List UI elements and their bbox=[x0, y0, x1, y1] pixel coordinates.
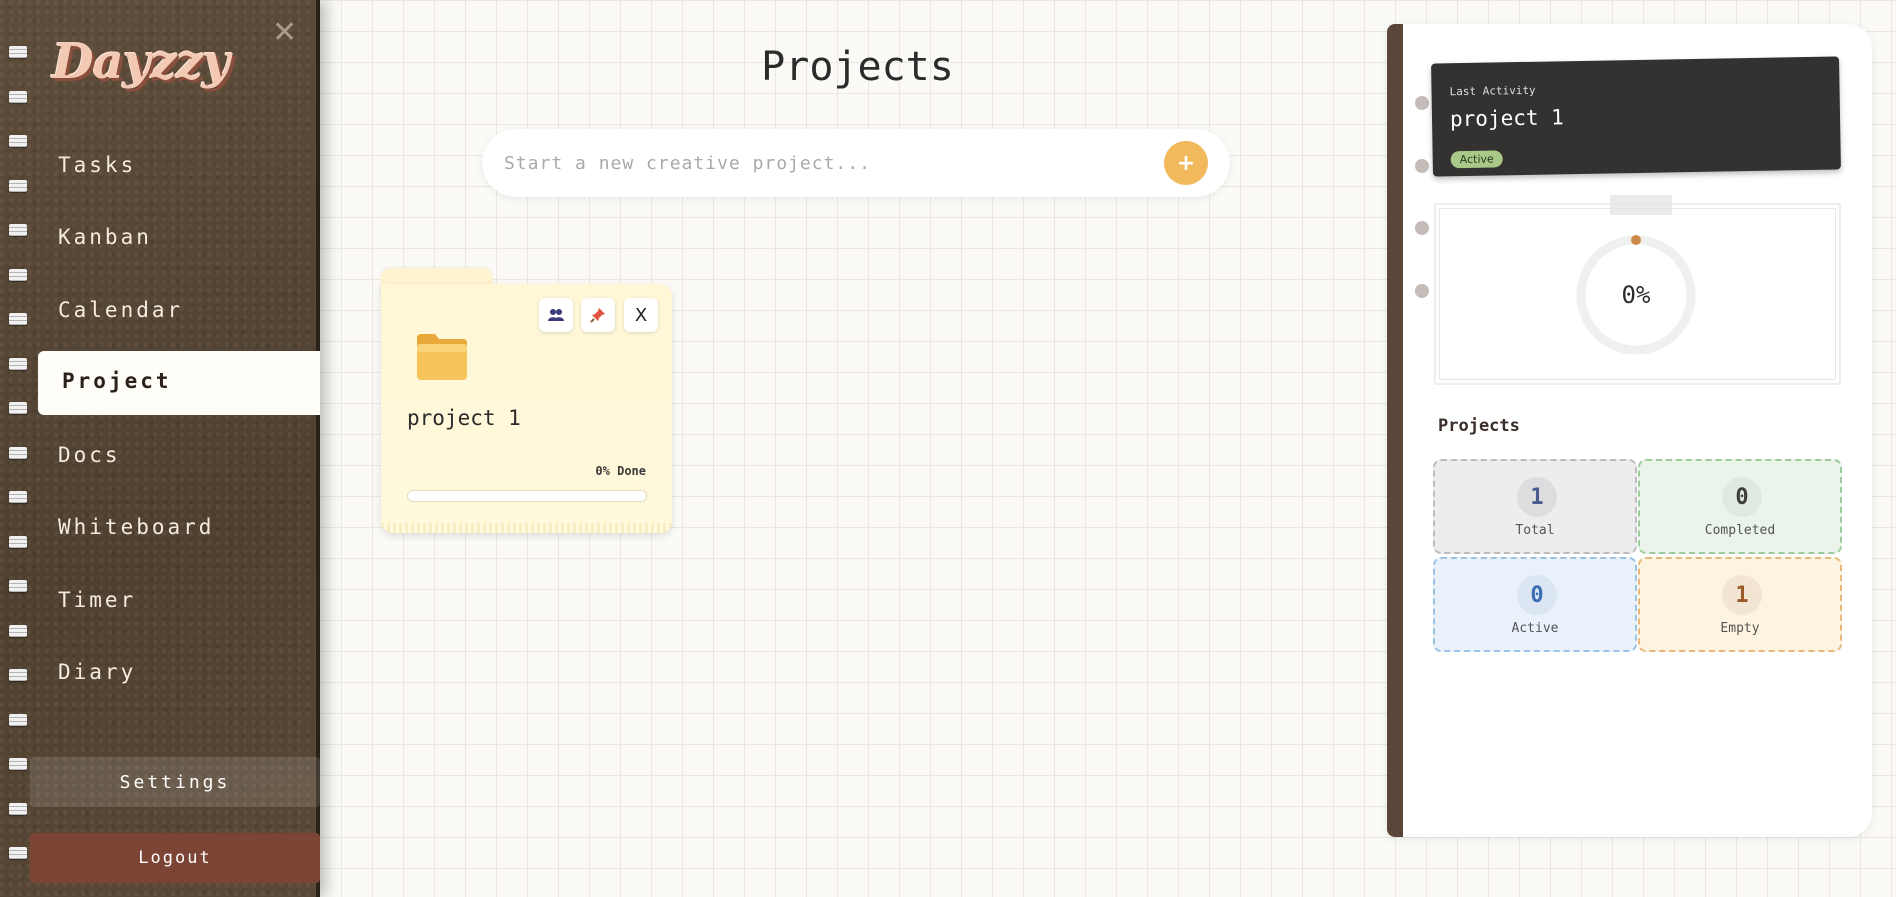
sidebar-item-tasks[interactable]: Tasks bbox=[58, 153, 136, 177]
project-name: project 1 bbox=[407, 406, 521, 430]
spiral-ring bbox=[9, 847, 27, 859]
panel-spine bbox=[1387, 24, 1403, 837]
new-project-input[interactable] bbox=[504, 143, 1144, 183]
spiral-ring bbox=[9, 535, 27, 548]
pin-icon bbox=[590, 308, 605, 323]
binder-hole bbox=[1415, 159, 1429, 173]
binder-hole bbox=[1415, 96, 1429, 110]
share-button[interactable] bbox=[539, 298, 573, 332]
binder-hole bbox=[1415, 221, 1429, 235]
stat-value: 1 bbox=[1517, 477, 1557, 517]
folder-icon bbox=[417, 334, 467, 380]
share-icon bbox=[548, 309, 564, 321]
overview-panel: Last Activity project 1 Active 0% Projec… bbox=[1387, 24, 1872, 837]
spiral-ring bbox=[9, 624, 27, 637]
spiral-ring bbox=[9, 224, 27, 236]
sidebar-item-kanban[interactable]: Kanban bbox=[58, 225, 152, 249]
stat-label: Empty bbox=[1720, 621, 1760, 636]
sidebar-item-timer[interactable]: Timer bbox=[58, 588, 136, 612]
sidebar-item-project[interactable]: Project bbox=[38, 351, 320, 415]
close-sidebar-icon[interactable]: ✕ bbox=[272, 16, 297, 50]
last-activity-project: project 1 bbox=[1449, 105, 1565, 132]
stat-label: Active bbox=[1511, 621, 1559, 636]
status-badge: Active bbox=[1450, 150, 1503, 169]
overall-progress-value: 0% bbox=[1621, 281, 1651, 309]
stat-value: 0 bbox=[1517, 575, 1557, 615]
settings-button[interactable]: Settings bbox=[30, 757, 320, 807]
sidebar-item-whiteboard[interactable]: Whiteboard bbox=[58, 515, 214, 539]
binder-hole bbox=[1415, 284, 1429, 298]
stat-empty: 1 Empty bbox=[1638, 557, 1842, 652]
spiral-binding bbox=[9, 0, 29, 897]
last-activity-label: Last Activity bbox=[1449, 83, 1536, 99]
stat-active: 0 Active bbox=[1433, 557, 1637, 652]
project-progress-label: 0% Done bbox=[595, 464, 646, 478]
sidebar-item-calendar[interactable]: Calendar bbox=[58, 298, 183, 322]
spiral-ring bbox=[9, 46, 27, 58]
spiral-ring bbox=[9, 669, 27, 681]
new-project-bar: + bbox=[482, 129, 1230, 197]
pin-button[interactable] bbox=[581, 298, 615, 332]
sidebar-item-docs[interactable]: Docs bbox=[58, 443, 121, 467]
overall-progress-box: 0% bbox=[1434, 195, 1841, 385]
stat-completed: 0 Completed bbox=[1638, 459, 1842, 554]
spiral-ring bbox=[9, 802, 27, 815]
spiral-ring bbox=[9, 713, 27, 726]
add-project-button[interactable]: + bbox=[1164, 141, 1208, 185]
spiral-ring bbox=[9, 90, 27, 103]
spiral-ring bbox=[9, 758, 27, 770]
sidebar-item-diary[interactable]: Diary bbox=[58, 660, 136, 684]
logout-button[interactable]: Logout bbox=[30, 833, 320, 883]
spiral-ring bbox=[9, 491, 27, 503]
spiral-ring bbox=[9, 135, 27, 147]
stat-value: 1 bbox=[1722, 575, 1762, 615]
spiral-ring bbox=[9, 179, 27, 192]
stat-label: Completed bbox=[1704, 523, 1776, 538]
spiral-ring bbox=[9, 313, 27, 325]
stats-title: Projects bbox=[1438, 416, 1520, 436]
delete-project-button[interactable]: X bbox=[624, 298, 658, 332]
spiral-ring bbox=[9, 446, 27, 459]
project-progress-bar bbox=[407, 490, 647, 502]
sidebar: Dayzzy ✕ Tasks Kanban Calendar Project D… bbox=[0, 0, 320, 897]
sidebar-item-label: Project bbox=[62, 369, 172, 393]
page-title: Projects bbox=[761, 44, 954, 90]
spiral-ring bbox=[9, 402, 27, 414]
spiral-ring bbox=[9, 580, 27, 592]
stat-total: 1 Total bbox=[1433, 459, 1637, 554]
card-edge bbox=[381, 523, 672, 533]
spiral-ring bbox=[9, 357, 27, 370]
stat-value: 0 bbox=[1722, 477, 1762, 517]
app-logo: Dayzzy bbox=[52, 34, 230, 90]
tape-strip bbox=[1610, 195, 1672, 215]
spiral-ring bbox=[9, 268, 27, 281]
last-activity-card[interactable]: Last Activity project 1 Active bbox=[1431, 56, 1841, 177]
project-card[interactable]: X project 1 0% Done bbox=[381, 284, 672, 533]
stat-label: Total bbox=[1515, 523, 1555, 538]
